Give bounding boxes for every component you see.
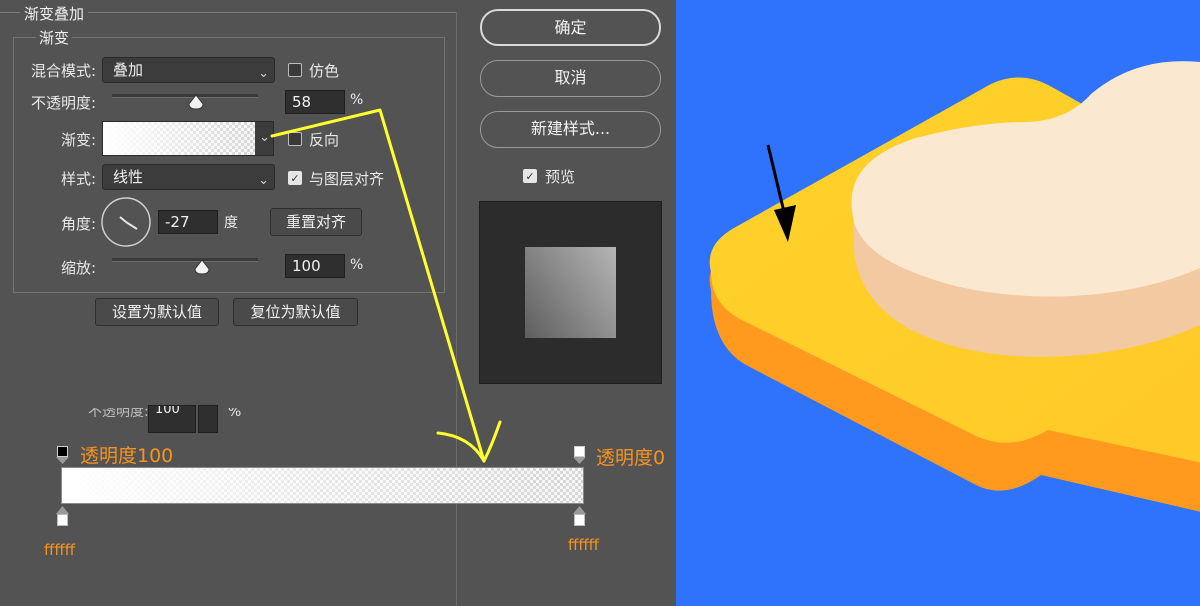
design-canvas — [676, 0, 1200, 606]
arrow-annotation-icon — [270, 108, 502, 463]
bread-tile-illustration — [709, 61, 1200, 512]
arrow-annotation-icon — [766, 144, 786, 213]
layer-style-dialog: 渐变叠加 渐变 混合模式: 叠加 ⌄ 仿色 不透明度: 58 % 渐变: ⌄ 反… — [0, 0, 676, 606]
